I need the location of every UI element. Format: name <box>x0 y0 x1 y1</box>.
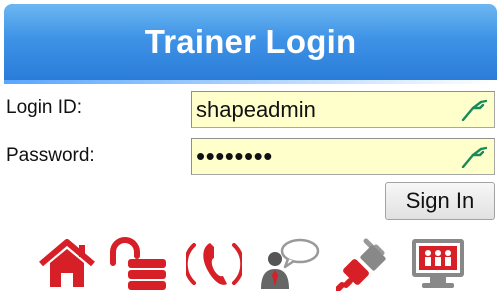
password-field[interactable]: •••••••• <box>191 138 495 175</box>
login-id-value[interactable]: shapeadmin <box>196 97 316 123</box>
password-value[interactable]: •••••••• <box>196 141 273 172</box>
login-id-field[interactable]: shapeadmin <box>191 91 495 128</box>
phone-icon[interactable] <box>186 237 242 291</box>
header-divider <box>4 80 497 84</box>
support-agent-icon[interactable] <box>258 237 320 291</box>
plugin-icon[interactable] <box>336 237 392 291</box>
page-title: Trainer Login <box>144 23 357 60</box>
login-header: Trainer Login <box>4 4 497 80</box>
login-id-label: Login ID: <box>6 97 83 118</box>
unlock-icon[interactable] <box>108 237 172 291</box>
key-icon <box>461 146 488 169</box>
presentation-icon[interactable] <box>410 237 466 291</box>
key-icon <box>461 99 488 122</box>
sign-in-button[interactable]: Sign In <box>385 182 495 220</box>
home-icon[interactable] <box>38 237 96 291</box>
password-label: Password: <box>6 145 95 166</box>
